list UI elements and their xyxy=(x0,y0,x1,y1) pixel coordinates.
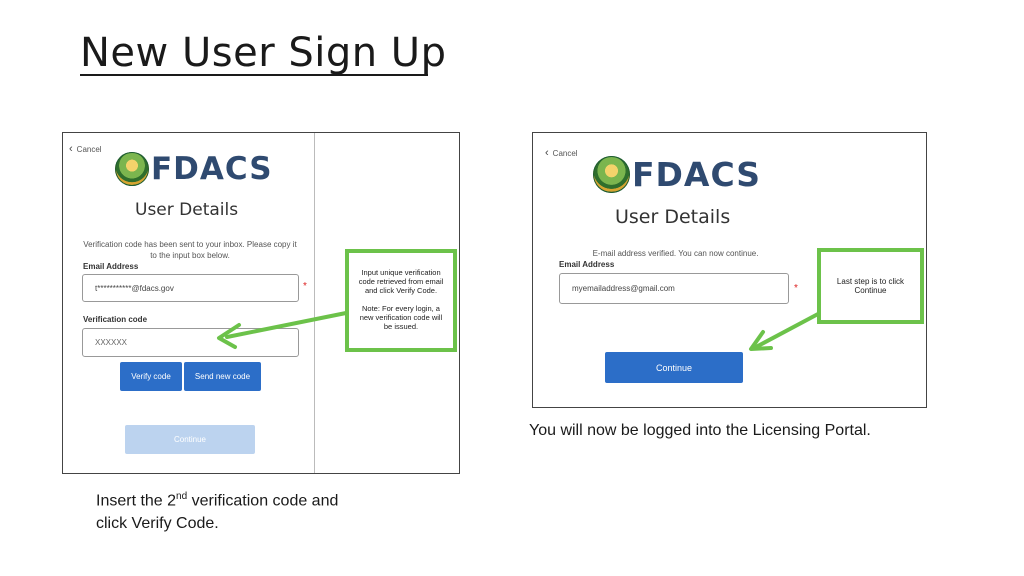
left-caption: Insert the 2nd verification code and cli… xyxy=(96,485,338,535)
left-caption-sup: nd xyxy=(176,491,188,502)
left-caption-post: verification code and xyxy=(187,492,339,510)
right-caption: You will now be logged into the Licensin… xyxy=(529,422,871,439)
left-caption-pre: Insert the 2 xyxy=(96,492,177,510)
arrow-icon xyxy=(217,311,348,349)
arrow-icon xyxy=(749,312,820,351)
left-caption-line2: click Verify Code. xyxy=(96,515,219,533)
